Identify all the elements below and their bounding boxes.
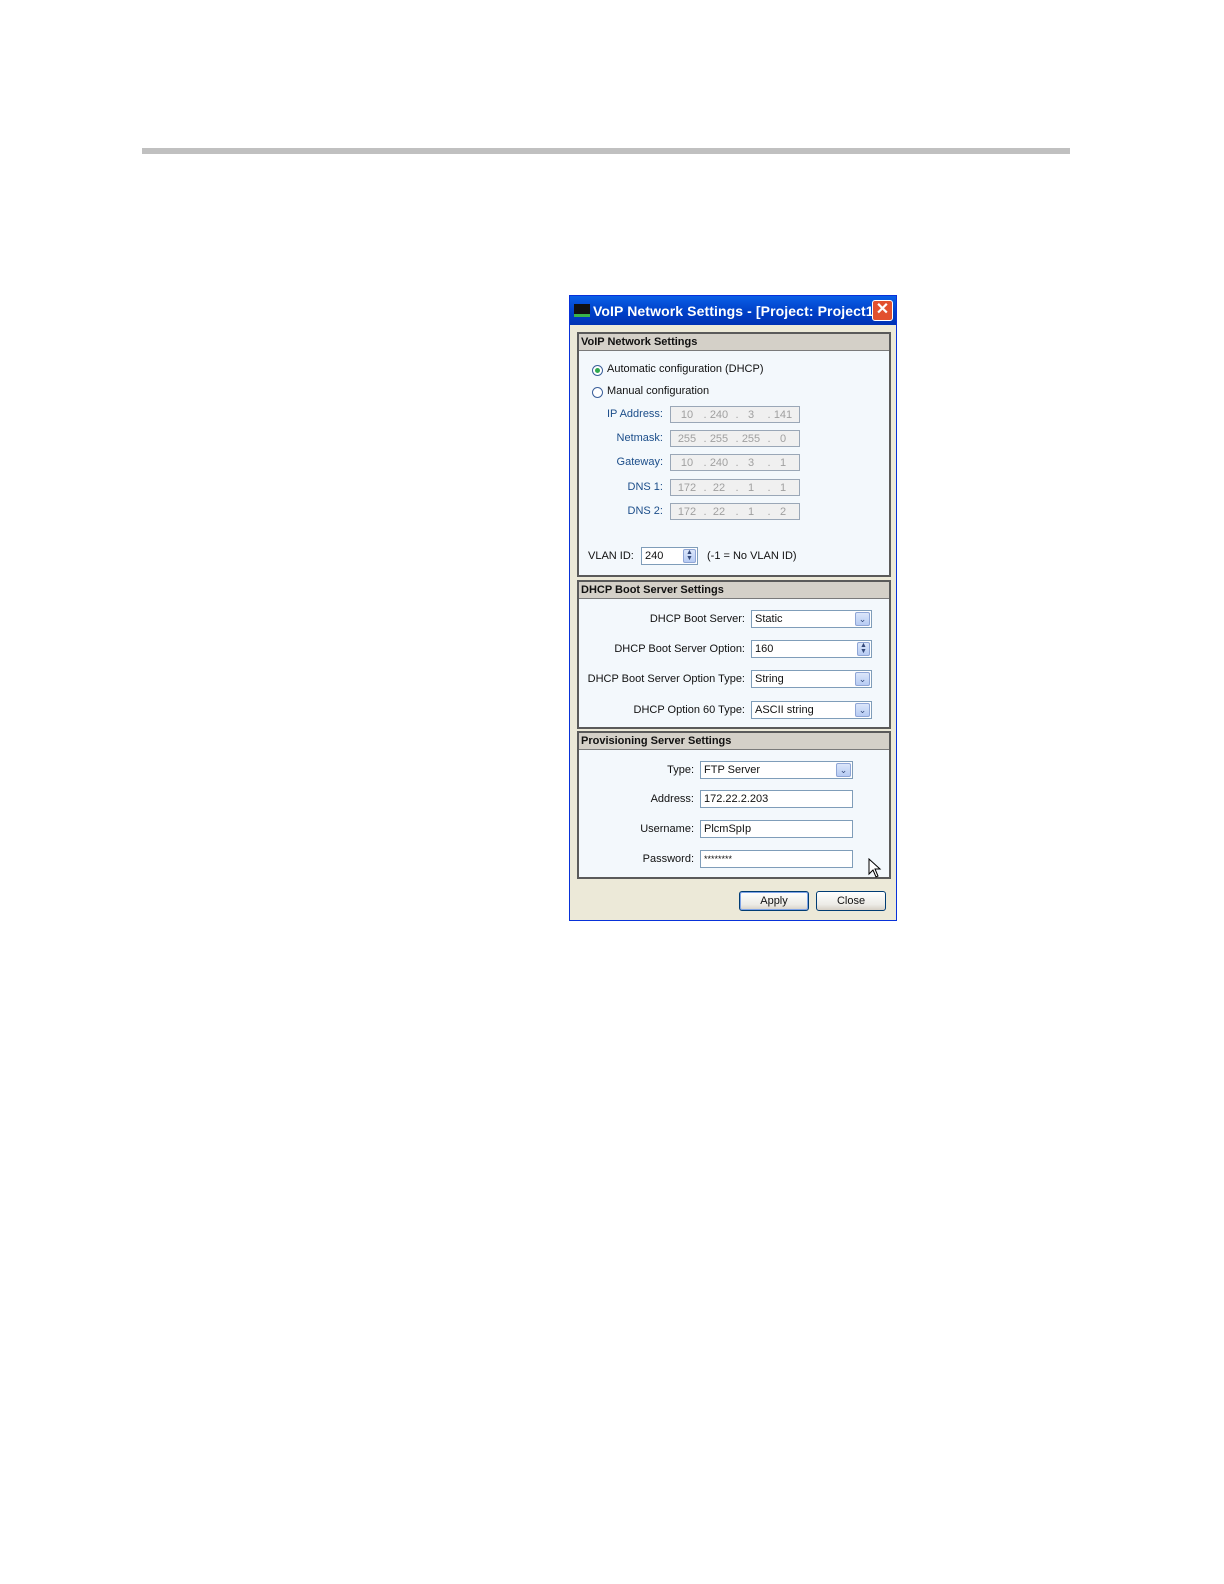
ip-address-input[interactable]: 255. 255. 255. 0 xyxy=(670,430,800,447)
boot-option-value: 160 xyxy=(755,643,774,655)
ip-octet: 172 xyxy=(677,506,697,518)
ip-address-input[interactable]: 10. 240. 3. 1 xyxy=(670,454,800,471)
app-icon xyxy=(574,304,590,317)
mouse-pointer-icon xyxy=(868,858,882,878)
ip-field-label: Gateway: xyxy=(616,456,663,468)
password-field[interactable]: ******** xyxy=(700,850,853,868)
boot-server-select[interactable]: Static ⌄ xyxy=(751,610,872,628)
boot-option-stepper[interactable]: 160 ▲ ▼ xyxy=(751,640,872,658)
page-header-rule xyxy=(142,148,1070,154)
type-label: Type: xyxy=(667,764,694,776)
spin-down-icon[interactable]: ▼ xyxy=(858,648,869,655)
boot-option-type-select[interactable]: String ⌄ xyxy=(751,670,872,688)
username-label: Username: xyxy=(640,823,694,835)
ip-octet: 1 xyxy=(747,482,755,494)
ip-octet: 0 xyxy=(779,433,787,445)
boot-option-type-label: DHCP Boot Server Option Type: xyxy=(587,673,745,685)
chevron-down-icon[interactable]: ⌄ xyxy=(836,763,851,777)
ip-octet: 255 xyxy=(677,433,697,445)
ip-address-input[interactable]: 172. 22. 1. 1 xyxy=(670,479,800,496)
ip-octet: 240 xyxy=(709,457,729,469)
username-field[interactable]: PlcmSpIp xyxy=(700,820,853,838)
ip-octet: 10 xyxy=(680,457,694,469)
ip-octet: 1 xyxy=(779,457,787,469)
ip-octet: 10 xyxy=(680,409,694,421)
radio-manual-label: Manual configuration xyxy=(607,385,710,397)
window-title: VoIP Network Settings - [Project: Projec… xyxy=(593,303,894,319)
vlan-hint: (-1 = No VLAN ID) xyxy=(707,550,797,562)
ip-field-label: IP Address: xyxy=(606,408,663,420)
ip-address-input[interactable]: 172. 22. 1. 2 xyxy=(670,503,800,520)
radio-automatic-label: Automatic configuration (DHCP) xyxy=(607,363,764,375)
chevron-down-icon[interactable]: ⌄ xyxy=(855,703,870,717)
ip-octet: 2 xyxy=(779,506,787,518)
apply-button[interactable]: Apply xyxy=(739,891,809,911)
vlan-id-value: 240 xyxy=(645,550,664,562)
vlan-id-stepper[interactable]: 240 ▲ ▼ xyxy=(641,547,698,565)
address-field[interactable]: 172.22.2.203 xyxy=(700,790,853,808)
provisioning-header: Provisioning Server Settings xyxy=(579,733,889,750)
boot-server-label: DHCP Boot Server: xyxy=(649,613,745,625)
ip-octet: 255 xyxy=(709,433,729,445)
boot-server-value: Static xyxy=(755,613,783,625)
ip-octet: 255 xyxy=(741,433,761,445)
ip-octet: 3 xyxy=(747,457,755,469)
radio-manual[interactable] xyxy=(592,387,603,398)
boot-option-spin-buttons[interactable]: ▲ ▼ xyxy=(857,642,870,656)
spin-down-icon[interactable]: ▼ xyxy=(684,555,695,562)
voip-network-group: VoIP Network Settings Automatic configur… xyxy=(577,332,891,577)
dhcp-boot-header: DHCP Boot Server Settings xyxy=(579,582,889,599)
ip-field-label: DNS 2: xyxy=(627,505,663,517)
password-label: Password: xyxy=(642,853,694,865)
dhcp-boot-group: DHCP Boot Server Settings DHCP Boot Serv… xyxy=(577,580,891,729)
chevron-down-icon[interactable]: ⌄ xyxy=(855,672,870,686)
chevron-down-icon[interactable]: ⌄ xyxy=(855,612,870,626)
vlan-id-label: VLAN ID: xyxy=(588,550,634,562)
type-select[interactable]: FTP Server ⌄ xyxy=(700,761,853,779)
option60-type-label: DHCP Option 60 Type: xyxy=(633,704,746,716)
ip-octet: 172 xyxy=(677,482,697,494)
title-bar[interactable]: VoIP Network Settings - [Project: Projec… xyxy=(570,296,896,325)
type-value: FTP Server xyxy=(704,764,761,776)
boot-option-label: DHCP Boot Server Option: xyxy=(614,643,745,655)
address-label: Address: xyxy=(650,793,694,805)
ip-octet: 240 xyxy=(709,409,729,421)
boot-option-type-value: String xyxy=(755,673,784,685)
voip-settings-dialog: VoIP Network Settings - [Project: Projec… xyxy=(569,295,897,921)
ip-octet: 22 xyxy=(712,482,726,494)
close-button[interactable]: Close xyxy=(816,891,886,911)
option60-type-value: ASCII string xyxy=(755,704,814,716)
voip-network-header: VoIP Network Settings xyxy=(579,334,889,351)
ip-octet: 141 xyxy=(773,409,793,421)
close-window-button[interactable]: ✕ xyxy=(872,300,893,321)
ip-address-input[interactable]: 10. 240. 3. 141 xyxy=(670,406,800,423)
ip-field-label: Netmask: xyxy=(616,432,663,444)
option60-type-select[interactable]: ASCII string ⌄ xyxy=(751,701,872,719)
ip-octet: 1 xyxy=(747,506,755,518)
provisioning-group: Provisioning Server Settings Type: FTP S… xyxy=(577,731,891,879)
ip-octet: 3 xyxy=(747,409,755,421)
ip-octet: 22 xyxy=(712,506,726,518)
ip-field-label: DNS 1: xyxy=(627,481,663,493)
vlan-spin-buttons[interactable]: ▲ ▼ xyxy=(683,549,696,563)
radio-automatic-dhcp[interactable] xyxy=(592,365,603,376)
ip-octet: 1 xyxy=(779,482,787,494)
